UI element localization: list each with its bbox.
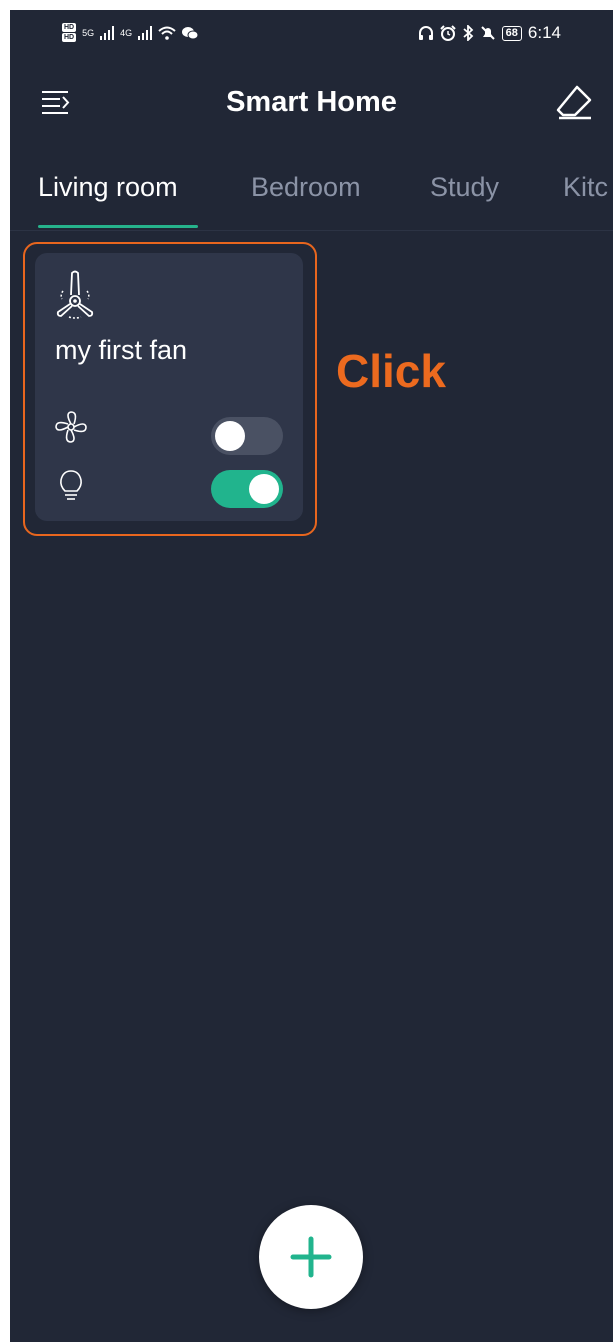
- signal-5g-label: 5G: [82, 27, 95, 38]
- bluetooth-icon: [463, 25, 473, 41]
- hd-badge: HD: [62, 23, 77, 32]
- signal-bars-icon: [138, 25, 153, 40]
- device-name: my first fan: [55, 335, 188, 365]
- clock: 6:14: [527, 23, 561, 42]
- wifi-icon: [158, 26, 176, 40]
- fan-toggle[interactable]: [211, 417, 283, 455]
- status-left: HD HD 5G 4G: [62, 23, 199, 42]
- battery-level: 68: [501, 25, 522, 41]
- page-title: Smart Home: [226, 86, 397, 118]
- tab-bedroom[interactable]: Bedroom: [251, 172, 361, 203]
- active-tab-indicator: [38, 225, 198, 228]
- headphones-icon: [418, 26, 433, 40]
- light-toggle[interactable]: [211, 470, 283, 508]
- hd-badge: HD: [62, 33, 77, 42]
- app-screen: HD HD 5G 4G 68 6:14 Smart Home Living ro…: [10, 10, 613, 1342]
- tab-living-room[interactable]: Living room: [38, 172, 178, 203]
- add-device-button[interactable]: [259, 1205, 363, 1309]
- signal-bars-icon: [100, 25, 115, 40]
- plus-icon: [290, 1236, 332, 1278]
- bulb-icon: [60, 470, 82, 500]
- eraser-icon[interactable]: [555, 82, 595, 122]
- toggle-knob: [215, 421, 245, 451]
- alarm-icon: [439, 25, 456, 41]
- wechat-icon: [182, 26, 199, 39]
- signal-4g-label: 4G: [120, 27, 133, 38]
- tab-study[interactable]: Study: [430, 172, 499, 203]
- hd-badges: HD HD: [62, 23, 77, 42]
- fan-icon: [55, 411, 87, 443]
- click-annotation: Click: [336, 345, 446, 397]
- app-header: Smart Home: [10, 72, 613, 132]
- ceiling-fan-icon: [56, 270, 94, 319]
- device-card[interactable]: my first fan: [35, 253, 303, 521]
- status-right: 68 6:14: [418, 23, 561, 43]
- room-tabs: Living room Bedroom Study Kitc: [10, 160, 613, 231]
- mute-bell-icon: [480, 26, 495, 40]
- tab-kitchen[interactable]: Kitc: [563, 172, 608, 203]
- status-bar: HD HD 5G 4G 68 6:14: [10, 10, 613, 58]
- toggle-knob: [249, 474, 279, 504]
